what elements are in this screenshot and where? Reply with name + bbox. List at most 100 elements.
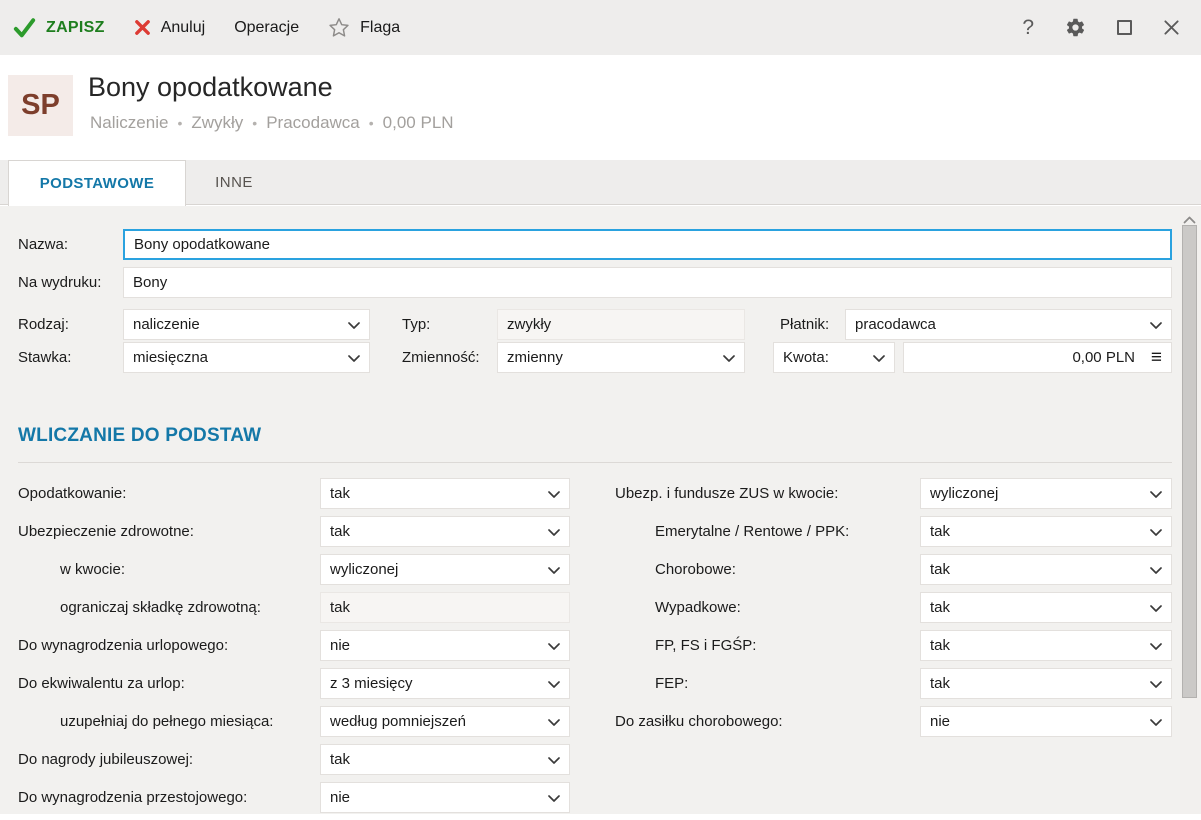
form-content: Nazwa: Bony opodatkowane Na wydruku: Bon… [0,206,1201,814]
gear-icon[interactable] [1065,17,1086,38]
stawka-label: Stawka: [18,342,71,373]
subtitle-separator: • [252,115,257,131]
cancel-button[interactable]: Anuluj [134,19,205,37]
rodzaj-dropdown[interactable]: naliczenie [123,309,370,340]
vertical-scrollbar[interactable] [1180,206,1200,814]
form-row: Emerytalne / Rentowe / PPK: tak [615,516,1172,547]
field-value: nie [330,637,350,654]
chevron-down-icon [548,567,560,574]
chevron-down-icon [1150,605,1162,612]
left-column: Opodatkowanie:takUbezpieczenie zdrowotne… [18,478,570,820]
dropdown-field[interactable]: wyliczonej [920,478,1172,509]
scrollbar-thumb[interactable] [1182,225,1197,698]
field-label: Emerytalne / Rentowe / PPK: [655,516,849,547]
check-icon [13,18,36,38]
form-row: Do wynagrodzenia przestojowego: nie [18,782,570,813]
field-label: Do wynagrodzenia przestojowego: [18,782,247,813]
form-row: w kwocie:wyliczonej [18,554,570,585]
chevron-down-icon [548,795,560,802]
subtitle-part: Pracodawca [266,113,360,132]
dropdown-field[interactable]: z 3 miesięcy [320,668,570,699]
dropdown-field[interactable]: tak [920,554,1172,585]
form-row: Ubezp. i fundusze ZUS w kwocie: wyliczone… [615,478,1172,509]
tab-inne[interactable]: INNE [186,160,282,205]
kwota-value: 0,00 PLN [1072,349,1135,366]
nazwa-input[interactable]: Bony opodatkowane [123,229,1172,260]
form-row: Do wynagrodzenia urlopowego: nie [18,630,570,661]
field-value: tak [930,675,950,692]
chevron-down-icon [348,355,360,362]
kwota-mode-dropdown[interactable]: Kwota: [773,342,895,373]
chevron-down-icon [873,355,885,362]
field-value: nie [930,713,950,730]
dropdown-field[interactable]: tak [920,516,1172,547]
flag-button[interactable]: Flaga [328,17,400,38]
na-wydruku-label: Na wydruku: [18,267,101,298]
form-row: FP, FS i FGŚP: tak [615,630,1172,661]
dropdown-field[interactable]: nie [320,630,570,661]
hamburger-icon[interactable]: ≡ [1151,342,1162,373]
stawka-dropdown[interactable]: miesięczna [123,342,370,373]
field-label: Opodatkowanie: [18,478,126,509]
flag-button-label: Flaga [360,19,400,37]
field-label: Ubezp. i fundusze ZUS w kwocie: [615,478,838,509]
field-value: tak [330,523,350,540]
form-row: uzupełniaj do pełnego miesiąca:według po… [18,706,570,737]
platnik-dropdown[interactable]: pracodawca [845,309,1172,340]
dropdown-field[interactable]: tak [320,478,570,509]
form-row: ograniczaj składkę zdrowotną: tak [18,592,570,623]
operations-button[interactable]: Operacje [234,19,299,37]
subtitle-part: Zwykły [191,113,243,132]
field-label: Do nagrody jubileuszowej: [18,744,193,775]
field-value: z 3 miesięcy [330,675,413,692]
dropdown-field[interactable]: tak [320,516,570,547]
dropdown-field[interactable]: tak [920,630,1172,661]
chevron-down-icon [548,529,560,536]
zmiennosc-dropdown[interactable]: zmienny [497,342,745,373]
tab-podstawowe[interactable]: PODSTAWOWE [8,160,186,206]
chevron-down-icon [548,681,560,688]
chevron-down-icon [348,322,360,329]
dropdown-field[interactable]: tak [320,744,570,775]
save-button-label: ZAPISZ [46,19,105,37]
dropdown-field[interactable]: tak [920,592,1172,623]
help-button[interactable]: ? [1022,16,1034,40]
dropdown-field[interactable]: nie [920,706,1172,737]
chevron-down-icon [548,643,560,650]
na-wydruku-input[interactable]: Bony [123,267,1172,298]
field-label: ograniczaj składkę zdrowotną: [60,592,261,623]
field-label: FP, FS i FGŚP: [655,630,756,661]
kwota-amount-input[interactable]: 0,00 PLN ≡ [903,342,1172,373]
chevron-down-icon [548,757,560,764]
chevron-down-icon [548,719,560,726]
form-row: Ubezpieczenie zdrowotne:tak [18,516,570,547]
form-row: FEP: tak [615,668,1172,699]
dropdown-field[interactable]: tak [920,668,1172,699]
zmiennosc-label: Zmienność: [402,342,480,373]
field-label: Do ekwiwalentu za urlop: [18,668,185,699]
field-value: tak [930,599,950,616]
dropdown-field[interactable]: wyliczonej [320,554,570,585]
typ-label: Typ: [402,309,430,340]
toolbar: ZAPISZ Anuluj Operacje Flaga ? [0,0,1201,55]
chevron-down-icon [1150,322,1162,329]
subtitle-part: Naliczenie [90,113,168,132]
form-row: Do nagrody jubileuszowej: tak [18,744,570,775]
dropdown-field[interactable]: nie [320,782,570,813]
field-value: tak [330,751,350,768]
field-label: FEP: [655,668,688,699]
section-divider [18,462,1172,463]
save-button[interactable]: ZAPISZ [13,18,105,38]
dropdown-field[interactable]: według pomniejszeń [320,706,570,737]
right-column: Ubezp. i fundusze ZUS w kwocie: wyliczone… [615,478,1172,744]
field-label: Do zasiłku chorobowego: [615,706,783,737]
maximize-icon[interactable] [1117,20,1132,35]
field-value: tak [330,599,350,616]
field-label: Do wynagrodzenia urlopowego: [18,630,228,661]
chevron-down-icon [1150,719,1162,726]
close-icon[interactable] [1163,19,1180,36]
payroll-element-window: ZAPISZ Anuluj Operacje Flaga ? [0,0,1201,814]
readonly-field: tak [320,592,570,623]
field-value: tak [930,637,950,654]
field-value: tak [930,561,950,578]
